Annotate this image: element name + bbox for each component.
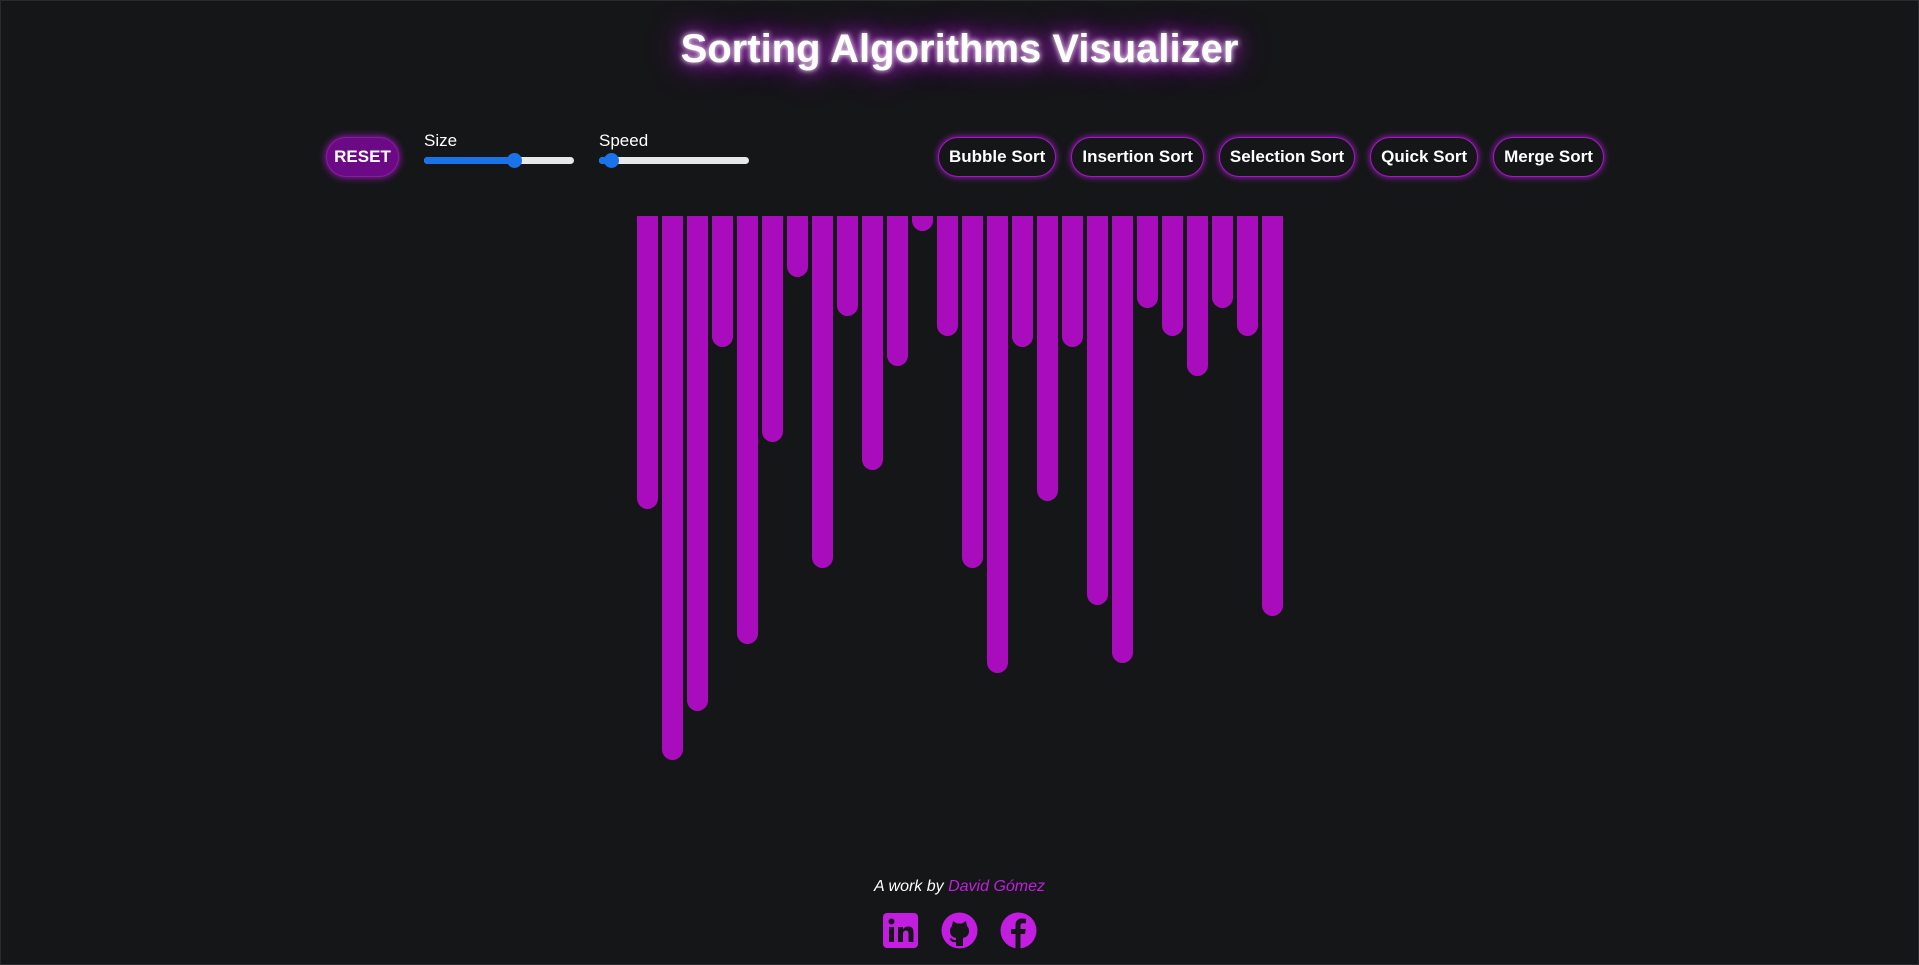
footer-credit: A work by David Gómez (1, 878, 1918, 896)
algorithm-buttons: Bubble Sort Insertion Sort Selection Sor… (938, 137, 1604, 177)
array-bar (887, 216, 908, 366)
array-bar (837, 216, 858, 316)
array-bar (1237, 216, 1258, 336)
github-icon (941, 912, 978, 949)
insertion-sort-button[interactable]: Insertion Sort (1071, 137, 1204, 177)
size-slider-group: Size (424, 131, 574, 168)
array-bar (662, 216, 683, 760)
size-slider-fill (424, 157, 514, 164)
linkedin-icon (883, 913, 918, 948)
array-bar (712, 216, 733, 347)
page-title: Sorting Algorithms Visualizer (680, 27, 1239, 71)
speed-slider-thumb[interactable] (604, 153, 619, 168)
facebook-icon (1000, 912, 1037, 949)
facebook-link[interactable] (1000, 912, 1037, 949)
reset-button[interactable]: RESET (326, 137, 399, 177)
array-bar (1212, 216, 1233, 308)
array-bar (862, 216, 883, 470)
bubble-sort-button[interactable]: Bubble Sort (938, 137, 1057, 177)
array-bar (1112, 216, 1133, 663)
array-bar (1062, 216, 1083, 347)
speed-slider[interactable] (599, 153, 749, 168)
size-slider-thumb[interactable] (507, 153, 522, 168)
array-bar (737, 216, 758, 644)
linkedin-link[interactable] (882, 912, 919, 949)
quick-sort-button[interactable]: Quick Sort (1370, 137, 1479, 177)
array-bar (687, 216, 708, 711)
speed-slider-group: Speed (599, 131, 749, 168)
array-bar (1012, 216, 1033, 347)
size-slider[interactable] (424, 153, 574, 168)
array-bar (912, 216, 933, 231)
social-links (1, 912, 1918, 949)
array-bar (637, 216, 658, 509)
array-bar (1187, 216, 1208, 376)
array-bar (812, 216, 833, 568)
array-bar (1087, 216, 1108, 605)
array-bar (787, 216, 808, 277)
array-bar (962, 216, 983, 568)
array-bar (1037, 216, 1058, 501)
selection-sort-button[interactable]: Selection Sort (1218, 137, 1356, 177)
array-bar (987, 216, 1008, 673)
size-label: Size (424, 131, 458, 150)
footer-prefix: A work by (873, 878, 944, 895)
array-bars (637, 216, 1297, 776)
array-bar (1137, 216, 1158, 308)
array-bar (1262, 216, 1283, 616)
speed-label: Speed (599, 131, 649, 150)
merge-sort-button[interactable]: Merge Sort (1493, 137, 1604, 177)
app-window: Sorting Algorithms Visualizer RESET Size… (0, 0, 1919, 965)
github-link[interactable] (941, 912, 978, 949)
array-bar (937, 216, 958, 336)
array-bar (1162, 216, 1183, 336)
author-link[interactable]: David Gómez (948, 878, 1045, 895)
array-bar (762, 216, 783, 442)
